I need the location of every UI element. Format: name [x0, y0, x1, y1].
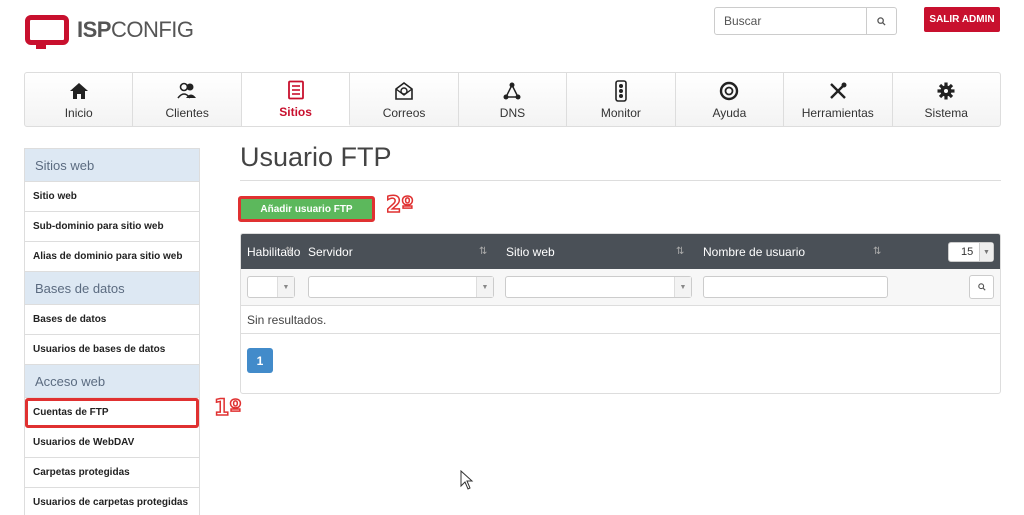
sort-icon[interactable]: ⇅ — [285, 234, 293, 269]
sidebar-item-alias-dominio[interactable]: Alias de dominio para sitio web — [25, 242, 199, 272]
title-divider — [240, 180, 1001, 181]
pagination-page-1[interactable]: 1 — [247, 348, 273, 373]
sidebar-section-bases-datos: Bases de datos — [25, 272, 199, 305]
ispconfig-logo[interactable]: ISPCONFIG — [25, 14, 194, 49]
column-nombre-usuario[interactable]: Nombre de usuario — [703, 234, 805, 269]
filter-habilitado-select[interactable]: ▼ — [247, 276, 295, 298]
page-title: Usuario FTP — [240, 142, 392, 172]
sort-icon[interactable]: ⇅ — [479, 234, 487, 269]
sidebar: Sitios web Sitio web Sub-dominio para si… — [24, 148, 200, 515]
sidebar-item-usuarios-bd[interactable]: Usuarios de bases de datos — [25, 335, 199, 365]
traffic-light-icon — [615, 79, 627, 102]
add-ftp-user-button[interactable]: Añadir usuario FTP — [238, 196, 375, 222]
filter-sitio-web-select[interactable]: ▼ — [505, 276, 692, 298]
sidebar-item-sitio-web[interactable]: Sitio web — [25, 182, 199, 212]
users-icon — [177, 82, 197, 99]
search-button[interactable] — [867, 7, 897, 35]
nav-ayuda[interactable]: Ayuda — [676, 73, 785, 126]
sidebar-item-cuentas-ftp[interactable]: Cuentas de FTP — [25, 398, 199, 428]
annotation-step-1: 1º — [213, 395, 242, 422]
column-sitio-web[interactable]: Sitio web — [506, 234, 555, 269]
logo-mark-icon — [25, 15, 69, 49]
chevron-down-icon: ▼ — [476, 277, 493, 297]
search-bar — [714, 7, 897, 35]
filter-row: ▼ ▼ ▼ — [241, 269, 1000, 306]
ftp-users-table: Habilitado ⇅ Servidor ⇅ Sitio web ⇅ Nomb… — [240, 233, 1001, 394]
sidebar-item-subdominio[interactable]: Sub-dominio para sitio web — [25, 212, 199, 242]
sort-icon[interactable]: ⇅ — [676, 234, 684, 269]
nav-clientes[interactable]: Clientes — [133, 73, 242, 126]
search-icon — [977, 283, 986, 291]
network-icon — [503, 82, 521, 99]
lifebuoy-icon — [720, 81, 739, 100]
nav-correos[interactable]: Correos — [350, 73, 459, 126]
chevron-down-icon: ▼ — [277, 277, 294, 297]
sites-icon — [287, 80, 304, 99]
no-results-message: Sin resultados. — [241, 306, 1000, 334]
logout-button[interactable]: SALIR ADMIN — [924, 7, 1000, 32]
search-icon — [877, 16, 886, 26]
mouse-cursor-icon — [460, 470, 474, 490]
sort-icon[interactable]: ⇅ — [873, 234, 881, 269]
sidebar-item-carpetas-protegidas[interactable]: Carpetas protegidas — [25, 458, 199, 488]
sidebar-item-usuarios-carpetas[interactable]: Usuarios de carpetas protegidas — [25, 488, 199, 515]
logo-text: ISPCONFIG — [77, 17, 194, 42]
main-nav: Inicio Clientes Sitios Correos DNS Monit… — [24, 72, 1001, 127]
nav-monitor[interactable]: Monitor — [567, 73, 676, 126]
tools-icon — [829, 82, 847, 99]
sidebar-section-sitios-web: Sitios web — [25, 149, 199, 182]
search-input[interactable] — [714, 7, 867, 35]
gear-icon — [937, 82, 955, 99]
sidebar-section-acceso-web: Acceso web — [25, 365, 199, 398]
annotation-step-2: 2º — [385, 192, 414, 219]
nav-herramientas[interactable]: Herramientas — [784, 73, 893, 126]
page-size-select[interactable]: 15 ▼ — [948, 242, 994, 262]
chevron-down-icon: ▼ — [979, 243, 993, 261]
filter-nombre-usuario-input[interactable] — [703, 276, 888, 298]
sidebar-item-bases-datos[interactable]: Bases de datos — [25, 305, 199, 335]
nav-inicio[interactable]: Inicio — [25, 73, 134, 126]
filter-search-button[interactable] — [969, 275, 994, 299]
column-servidor[interactable]: Servidor — [308, 234, 353, 269]
nav-sistema[interactable]: Sistema — [893, 73, 1000, 126]
filter-servidor-select[interactable]: ▼ — [308, 276, 494, 298]
mail-icon — [395, 81, 413, 100]
home-icon — [69, 82, 88, 99]
table-header: Habilitado ⇅ Servidor ⇅ Sitio web ⇅ Nomb… — [241, 234, 1000, 269]
nav-dns[interactable]: DNS — [459, 73, 568, 126]
nav-sitios[interactable]: Sitios — [241, 73, 351, 126]
chevron-down-icon: ▼ — [674, 277, 691, 297]
sidebar-item-usuarios-webdav[interactable]: Usuarios de WebDAV — [25, 428, 199, 458]
